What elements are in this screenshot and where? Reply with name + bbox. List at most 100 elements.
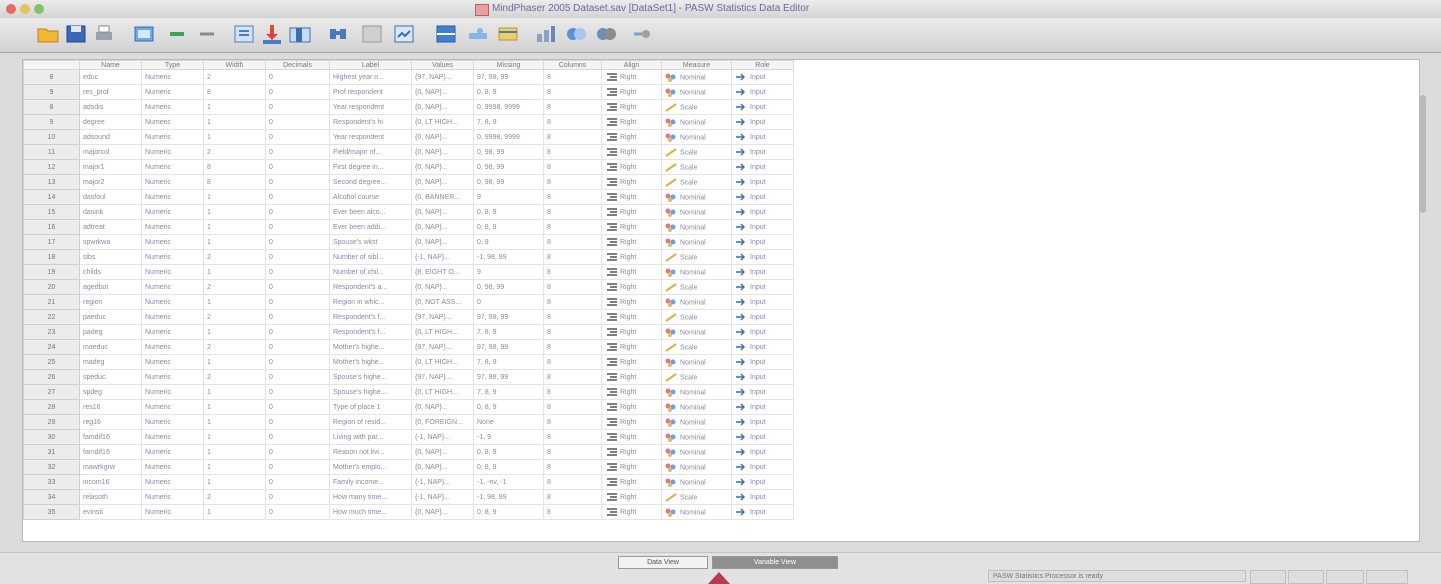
align-cell[interactable]: Right (601, 489, 662, 505)
values-cell[interactable]: {0, NAP}... (411, 219, 474, 235)
values-cell[interactable]: {-1, NAP}... (411, 474, 474, 490)
row-number[interactable]: 15 (23, 204, 80, 220)
label-cell[interactable]: Ever been addi... (329, 219, 412, 235)
role-cell[interactable]: Input (731, 414, 794, 430)
label-cell[interactable]: Year respondent (329, 99, 412, 115)
table-row[interactable]: 24 maeduc Numeric 2 0 Mother's highe... {97, N… (23, 339, 794, 355)
align-cell[interactable]: Right (601, 219, 662, 235)
table-row[interactable]: 13 major2 Numeric 8 0 Second degree... {0, NAP… (23, 174, 794, 190)
label-cell[interactable]: Prof respondent (329, 84, 412, 100)
values-cell[interactable]: {0, NOT ASS... (411, 294, 474, 310)
table-row[interactable]: 32 mawrkgrw Numeric 1 0 Mother's emplo... {0, … (23, 459, 794, 475)
missing-cell[interactable]: -1, 98, 99 (473, 249, 544, 265)
type-cell[interactable]: Numeric (141, 429, 204, 445)
label-cell[interactable]: Number of chil... (329, 264, 412, 280)
width-cell[interactable]: 1 (203, 459, 266, 475)
decimals-cell[interactable]: 0 (265, 219, 330, 235)
values-cell[interactable]: {0, NAP}... (411, 174, 474, 190)
type-cell[interactable]: Numeric (141, 204, 204, 220)
row-number[interactable]: 27 (23, 384, 80, 400)
table-row[interactable]: 21 region Numeric 1 0 Region in whic... {0, NO… (23, 294, 794, 310)
decimals-cell[interactable]: 0 (265, 504, 330, 520)
type-cell[interactable]: Numeric (141, 459, 204, 475)
width-cell[interactable]: 2 (203, 279, 266, 295)
values-cell[interactable]: {0, LT HIGH... (411, 384, 474, 400)
values-cell[interactable]: {0, NAP}... (411, 279, 474, 295)
values-cell[interactable]: {97, NAP}... (411, 69, 474, 85)
name-cell[interactable]: famdif16 (79, 444, 142, 460)
values-cell[interactable]: {0, FOREIGN... (411, 414, 474, 430)
measure-cell[interactable]: Nominal (661, 399, 732, 415)
zoom-window-button[interactable] (34, 4, 44, 14)
width-cell[interactable]: 1 (203, 189, 266, 205)
table-row[interactable]: 33 incom16 Numeric 1 0 Family income... {-1, N… (23, 474, 794, 490)
measure-cell[interactable]: Nominal (661, 264, 732, 280)
measure-cell[interactable]: Scale (661, 249, 732, 265)
type-cell[interactable]: Numeric (141, 159, 204, 175)
label-cell[interactable]: Spouse's highe... (329, 384, 412, 400)
table-row[interactable]: 20 agedbot Numeric 2 0 Respondent's a... {0, N… (23, 279, 794, 295)
column-header[interactable]: Measure (661, 60, 732, 70)
label-cell[interactable]: Region of resid... (329, 414, 412, 430)
columns-cell[interactable]: 8 (543, 144, 602, 160)
type-cell[interactable]: Numeric (141, 324, 204, 340)
table-row[interactable]: 9 res_prof Numeric 8 0 Prof respondent {0, NAP… (23, 84, 794, 100)
decimals-cell[interactable]: 0 (265, 429, 330, 445)
name-cell[interactable]: reg16 (79, 414, 142, 430)
label-cell[interactable]: Field/major of... (329, 144, 412, 160)
name-cell[interactable]: res16 (79, 399, 142, 415)
table-row[interactable]: 16 adtreat Numeric 1 0 Ever been addi... {0, N… (23, 219, 794, 235)
decimals-cell[interactable]: 0 (265, 354, 330, 370)
missing-cell[interactable]: 0, 98, 99 (473, 279, 544, 295)
missing-cell[interactable]: 97, 98, 99 (473, 339, 544, 355)
role-cell[interactable]: Input (731, 159, 794, 175)
decimals-cell[interactable]: 0 (265, 414, 330, 430)
name-cell[interactable]: adtreat (79, 219, 142, 235)
label-cell[interactable]: Mother's highe... (329, 354, 412, 370)
label-cell[interactable]: How many time... (329, 489, 412, 505)
missing-cell[interactable]: 0, 9 (473, 234, 544, 250)
width-cell[interactable]: 8 (203, 84, 266, 100)
measure-cell[interactable]: Nominal (661, 114, 732, 130)
align-cell[interactable]: Right (601, 84, 662, 100)
columns-cell[interactable]: 8 (543, 429, 602, 445)
row-number[interactable]: 8 (23, 69, 80, 85)
column-header[interactable]: Columns (543, 60, 602, 70)
align-cell[interactable]: Right (601, 249, 662, 265)
align-cell[interactable]: Right (601, 294, 662, 310)
tab-variable-view[interactable]: Variable View (712, 556, 838, 569)
values-cell[interactable]: {0, LT HIGH... (411, 324, 474, 340)
type-cell[interactable]: Numeric (141, 444, 204, 460)
row-number[interactable]: 9 (23, 114, 80, 130)
name-cell[interactable]: incom16 (79, 474, 142, 490)
column-header[interactable]: Decimals (265, 60, 330, 70)
width-cell[interactable]: 8 (203, 159, 266, 175)
undo-icon[interactable] (166, 22, 190, 46)
width-cell[interactable]: 2 (203, 144, 266, 160)
name-cell[interactable]: relasoth (79, 489, 142, 505)
name-cell[interactable]: major2 (79, 174, 142, 190)
spelling-icon[interactable] (630, 22, 654, 46)
align-cell[interactable]: Right (601, 264, 662, 280)
values-cell[interactable]: {0, NAP}... (411, 234, 474, 250)
align-cell[interactable]: Right (601, 234, 662, 250)
select-cases-icon[interactable] (496, 22, 520, 46)
missing-cell[interactable]: 0, 98, 99 (473, 174, 544, 190)
redo-icon[interactable] (196, 22, 220, 46)
type-cell[interactable]: Numeric (141, 504, 204, 520)
decimals-cell[interactable]: 0 (265, 159, 330, 175)
decimals-cell[interactable]: 0 (265, 279, 330, 295)
save-icon[interactable] (64, 22, 88, 46)
tab-data-view[interactable]: Data View (618, 556, 708, 569)
decimals-cell[interactable]: 0 (265, 189, 330, 205)
width-cell[interactable]: 1 (203, 219, 266, 235)
missing-cell[interactable]: 9 (473, 264, 544, 280)
values-cell[interactable]: {0, LT HIGH... (411, 114, 474, 130)
align-cell[interactable]: Right (601, 174, 662, 190)
name-cell[interactable]: agedbot (79, 279, 142, 295)
align-cell[interactable]: Right (601, 339, 662, 355)
width-cell[interactable]: 2 (203, 369, 266, 385)
width-cell[interactable]: 1 (203, 354, 266, 370)
goto-case-icon[interactable] (232, 22, 256, 46)
role-cell[interactable]: Input (731, 309, 794, 325)
